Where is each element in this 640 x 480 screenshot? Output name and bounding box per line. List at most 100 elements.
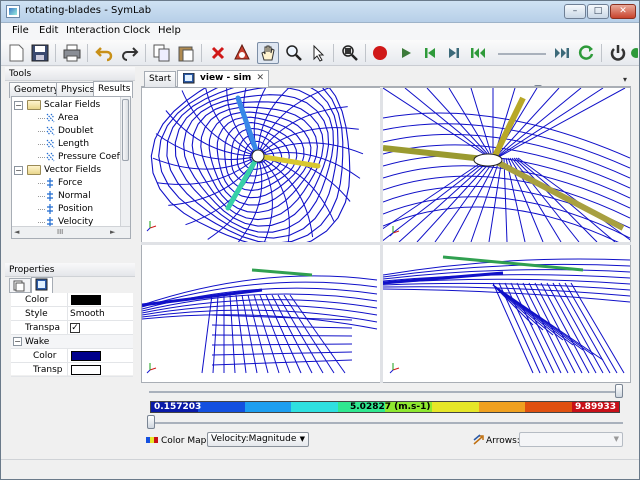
axis-x-icon <box>149 225 157 229</box>
arrows-select[interactable]: ▼ <box>519 432 623 447</box>
property-divider <box>67 293 68 307</box>
wake-line <box>434 157 497 242</box>
color-swatch[interactable] <box>71 295 101 305</box>
scroll-left-icon[interactable]: ◄ <box>14 228 19 236</box>
tree-guide <box>38 183 45 184</box>
color-swatch[interactable] <box>71 365 101 375</box>
wake-line <box>492 88 560 161</box>
menu-clock[interactable]: Clock <box>123 25 150 36</box>
wake-line <box>492 282 534 374</box>
view-tab-bar: Start view - sim ✕ ▾ <box>141 70 631 87</box>
print-icon[interactable] <box>61 42 83 64</box>
property-row[interactable]: Color <box>11 349 133 363</box>
tree-horizontal-scrollbar[interactable]: ◄ III ► <box>12 226 130 238</box>
tree-guide <box>38 118 45 119</box>
select-arrow-icon[interactable] <box>307 42 329 64</box>
undo-icon[interactable] <box>93 42 115 64</box>
wake-line <box>211 359 353 366</box>
new-file-icon[interactable] <box>5 42 27 64</box>
copy-icon[interactable] <box>151 42 173 64</box>
redo-icon[interactable] <box>119 42 141 64</box>
property-row[interactable]: − Wake <box>11 335 133 349</box>
scroll-right-icon[interactable]: ► <box>110 228 115 236</box>
viewport-side[interactable] <box>383 245 630 382</box>
save-icon[interactable] <box>29 42 51 64</box>
wake-line <box>492 88 582 161</box>
time-slider-thumb[interactable] <box>615 384 623 398</box>
chevron-down-icon: ▼ <box>299 435 305 443</box>
rewind-icon[interactable] <box>467 42 489 64</box>
tab-view-sim[interactable]: view - sim ✕ <box>177 70 269 87</box>
properties-grid: Color Style Smooth Transpa ✓ − Wake Color Transp <box>11 293 133 377</box>
fast-forward-icon[interactable] <box>551 42 573 64</box>
tab-start[interactable]: Start <box>144 71 176 87</box>
scene-icon[interactable] <box>231 42 253 64</box>
prop-tab-general[interactable] <box>9 278 31 293</box>
collapse-icon[interactable]: − <box>14 166 23 175</box>
range-slider-thumb[interactable] <box>147 415 155 429</box>
viewport-perspective[interactable] <box>383 88 630 242</box>
pan-hand-icon[interactable] <box>257 42 279 64</box>
legend-segment <box>244 402 292 412</box>
menu-file[interactable]: File <box>12 25 29 36</box>
maximize-button[interactable]: □ <box>587 4 609 19</box>
property-row[interactable]: Transpa ✓ <box>11 321 133 335</box>
loop-icon[interactable] <box>575 42 597 64</box>
wake-line <box>513 157 598 242</box>
viewport-top[interactable] <box>142 88 380 242</box>
viewport-front[interactable] <box>142 245 380 382</box>
tab-close-icon[interactable]: ✕ <box>256 73 264 83</box>
collapse-icon[interactable]: − <box>13 337 22 346</box>
overflow-icon[interactable] <box>629 42 639 64</box>
color-swatch[interactable] <box>71 351 101 361</box>
title-bar: rotating-blades - SymLab – □ ✕ <box>1 1 639 23</box>
folder-icon <box>27 165 41 175</box>
step-first-icon[interactable] <box>419 42 441 64</box>
axis-x-icon <box>392 367 400 371</box>
property-row[interactable]: Color <box>11 293 133 307</box>
menu-edit[interactable]: Edit <box>39 25 58 36</box>
close-button[interactable]: ✕ <box>610 4 636 19</box>
status-bar <box>1 459 639 479</box>
menu-help[interactable]: Help <box>158 25 181 36</box>
wake-line <box>229 294 236 374</box>
property-divider <box>67 321 68 335</box>
step-next-icon[interactable] <box>443 42 465 64</box>
transparency-checkbox[interactable]: ✓ <box>70 323 80 333</box>
tree-item-label: Vector Fields <box>44 165 102 175</box>
delete-icon[interactable] <box>207 42 229 64</box>
paste-icon[interactable] <box>175 42 197 64</box>
arrows-icon <box>473 434 485 446</box>
wake-line <box>265 294 302 374</box>
vector-field-icon <box>46 204 55 214</box>
tree-vertical-scrollbar[interactable] <box>120 97 130 226</box>
record-icon[interactable] <box>369 42 391 64</box>
axis-z-icon <box>146 369 151 374</box>
app-window: rotating-blades - SymLab – □ ✕ File Edit… <box>0 0 640 480</box>
tab-menu-chevron-icon[interactable]: ▾ <box>623 75 627 84</box>
range-slider-track[interactable] <box>149 422 623 424</box>
arrows-label: Arrows: <box>486 436 520 446</box>
timeline-slider-track[interactable] <box>498 53 546 55</box>
menu-interaction[interactable]: Interaction <box>66 25 120 36</box>
power-icon[interactable] <box>607 42 629 64</box>
results-tree: − Scalar Fields Area Doublet Length Pressure … <box>11 96 131 239</box>
play-icon[interactable] <box>395 42 417 64</box>
wake-curve <box>383 133 630 179</box>
scalar-field-icon <box>46 126 55 136</box>
time-slider-track[interactable] <box>149 391 623 393</box>
property-row[interactable]: Style Smooth <box>11 307 133 321</box>
property-row[interactable]: Transp <box>11 363 133 377</box>
color-map-label: Color Map: <box>161 436 210 446</box>
viewport-divider-vertical[interactable] <box>380 87 383 383</box>
color-map-select[interactable]: Velocity:Magnitude ▼ <box>207 432 309 447</box>
scroll-thumb[interactable] <box>122 99 129 161</box>
viewport-divider-horizontal[interactable] <box>141 242 631 245</box>
collapse-icon[interactable]: − <box>14 101 23 110</box>
legend-segment <box>291 402 339 412</box>
prop-tab-display[interactable] <box>31 277 53 293</box>
property-key: Color <box>25 295 49 305</box>
zoom-icon[interactable] <box>283 42 305 64</box>
minimize-button[interactable]: – <box>564 4 586 19</box>
zoom-extents-icon[interactable] <box>339 42 361 64</box>
